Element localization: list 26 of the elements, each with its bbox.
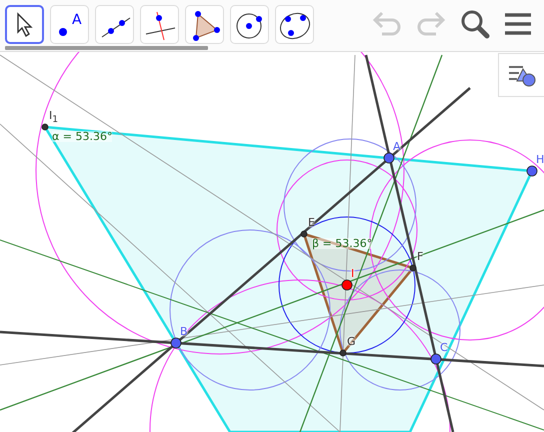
point-label: A <box>393 141 401 152</box>
point-label: C <box>440 342 448 353</box>
undo-icon <box>372 11 402 37</box>
point-label: H <box>536 154 544 165</box>
redo-icon <box>416 11 446 37</box>
angle-label: β = 53.36° <box>312 238 372 249</box>
search-button[interactable] <box>460 9 490 39</box>
point-marker[interactable] <box>526 166 538 176</box>
point-label: B <box>180 326 188 337</box>
menu-icon <box>504 12 532 36</box>
point-marker[interactable] <box>300 230 308 238</box>
cursor-arrow-icon <box>14 12 34 38</box>
point-marker[interactable] <box>340 350 346 356</box>
angle-label: α = 53.36° <box>52 131 112 142</box>
tool-button[interactable] <box>5 5 44 44</box>
point-marker[interactable] <box>384 152 394 164</box>
toolbar-scrollbar[interactable] <box>5 46 208 50</box>
style-bar-toggle-button[interactable] <box>498 53 544 97</box>
point-label: I <box>351 268 354 279</box>
style-bar-icon <box>506 63 536 87</box>
point-marker[interactable] <box>410 264 416 272</box>
point-label: I$_{1}$ <box>49 110 58 124</box>
point-marker[interactable] <box>170 338 182 348</box>
search-icon <box>460 9 490 39</box>
menu-button[interactable] <box>504 12 532 36</box>
point-marker[interactable] <box>42 124 48 130</box>
